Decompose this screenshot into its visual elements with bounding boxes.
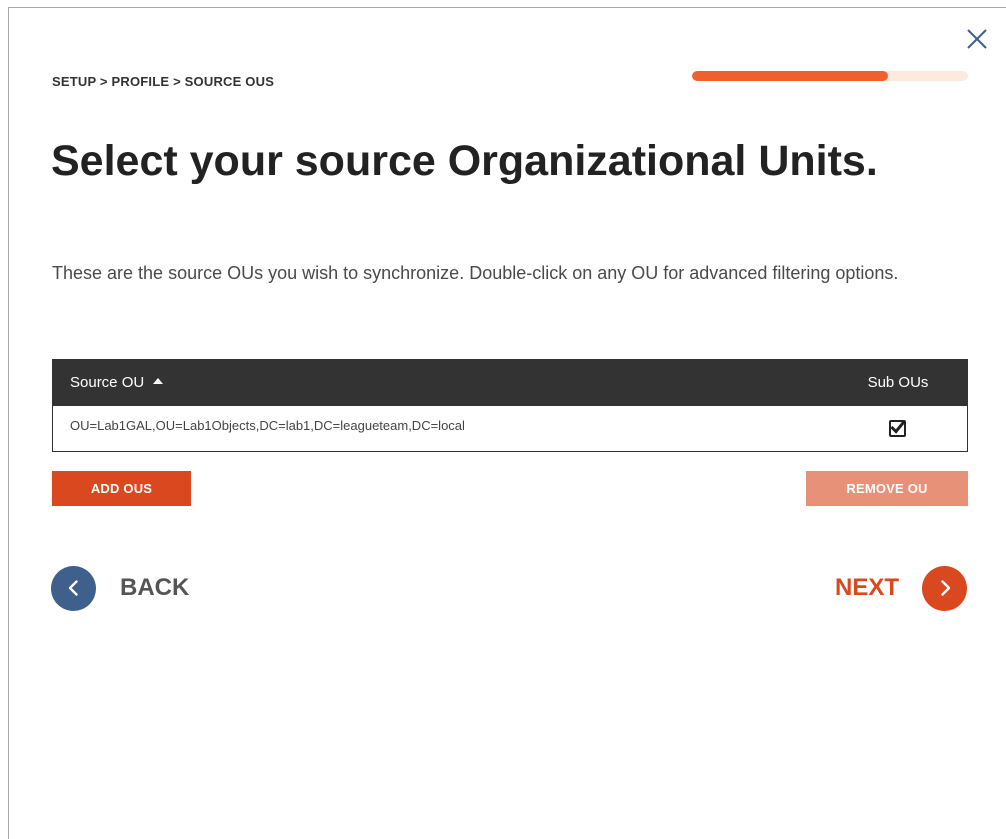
chevron-left-icon <box>51 565 96 611</box>
page-title: Select your source Organizational Units. <box>51 137 878 185</box>
add-ous-button[interactable]: ADD OUS <box>52 471 191 506</box>
source-ou-cell: OU=Lab1GAL,OU=Lab1Objects,DC=lab1,DC=lea… <box>70 418 465 433</box>
next-label: NEXT <box>834 574 899 601</box>
back-label: BACK <box>120 574 190 601</box>
next-button[interactable]: NEXT <box>835 565 967 611</box>
remove-ou-button[interactable]: REMOVE OU <box>806 471 968 506</box>
source-ou-table: Source OU Sub OUs OU=Lab1GAL,OU=Lab1Obje… <box>52 359 968 452</box>
column-header-source-ou-label: Source OU <box>70 374 145 391</box>
column-header-sub-ous[interactable]: Sub OUs <box>828 374 968 391</box>
back-button[interactable]: BACK <box>51 565 189 611</box>
setup-dialog: SETUP > PROFILE > SOURCE OUS Select your… <box>8 7 1006 839</box>
progress-bar <box>692 71 968 81</box>
progress-bar-fill <box>692 71 888 81</box>
chevron-right-icon <box>922 565 967 611</box>
check-icon <box>889 420 905 434</box>
close-icon[interactable] <box>964 26 990 52</box>
sub-ous-checkbox[interactable] <box>888 420 906 437</box>
column-header-source-ou[interactable]: Source OU <box>52 374 828 391</box>
page-subtitle: These are the source OUs you wish to syn… <box>52 263 899 283</box>
table-row[interactable]: OU=Lab1GAL,OU=Lab1Objects,DC=lab1,DC=lea… <box>52 406 968 452</box>
breadcrumb: SETUP > PROFILE > SOURCE OUS <box>52 74 275 89</box>
sort-ascending-icon <box>153 378 164 384</box>
sub-ous-cell <box>827 420 967 437</box>
table-header: Source OU Sub OUs <box>52 359 968 406</box>
